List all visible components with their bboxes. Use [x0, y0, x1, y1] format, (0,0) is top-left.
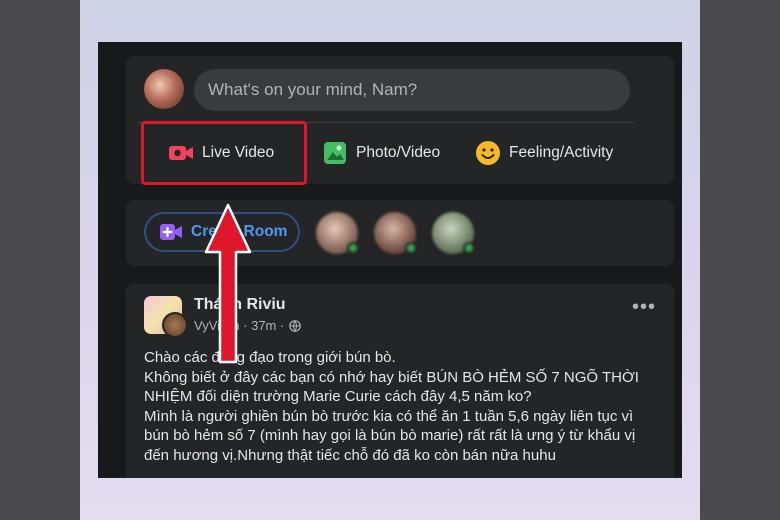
live-video-button[interactable]: Live Video — [168, 122, 274, 184]
friend-avatar-online[interactable] — [316, 212, 359, 254]
video-camera-plus-icon — [160, 224, 182, 240]
author-avatar[interactable] — [162, 312, 188, 338]
friend-avatar-online[interactable] — [432, 212, 475, 254]
photo-video-button[interactable]: Photo/Video — [322, 122, 440, 184]
feeling-activity-button[interactable]: Feeling/Activity — [475, 122, 613, 184]
photo-video-label: Photo/Video — [356, 144, 441, 161]
whats-on-your-mind-input[interactable]: What's on your mind, Nam? — [194, 69, 630, 111]
background-left-frame — [0, 0, 80, 520]
friend-avatar-online[interactable] — [374, 212, 417, 254]
feeling-activity-label: Feeling/Activity — [509, 144, 614, 161]
online-status-dot — [347, 242, 359, 254]
online-status-dot — [463, 242, 475, 254]
live-video-label: Live Video — [202, 144, 275, 161]
post-composer: What's on your mind, Nam? Live Video Pho… — [126, 56, 674, 184]
feed-post: Thánh Riviu VyVi Ph · 37m · ••• Chào các… — [126, 284, 674, 478]
facebook-feed-screen: What's on your mind, Nam? Live Video Pho… — [98, 42, 682, 478]
create-room-button[interactable]: Create Room — [144, 212, 300, 252]
live-video-icon — [169, 146, 193, 160]
more-options-icon[interactable]: ••• — [632, 297, 656, 317]
meta-separator: · — [239, 318, 252, 333]
post-body-text: Chào các đồng đạo trong giới bún bò. Khô… — [144, 349, 639, 464]
rooms-bar: Create Room — [126, 200, 674, 266]
globe-icon — [289, 319, 302, 332]
meta-separator: · — [276, 318, 285, 333]
post-author-name[interactable]: Thánh Riviu — [194, 296, 286, 314]
photo-video-icon — [324, 142, 346, 164]
create-room-label: Create Room — [191, 223, 288, 240]
post-time[interactable]: 37m — [251, 318, 276, 333]
online-status-dot — [405, 242, 417, 254]
user-avatar[interactable] — [144, 69, 184, 109]
post-sub-author[interactable]: VyVi Ph — [194, 318, 240, 333]
feeling-activity-icon — [476, 141, 500, 165]
background-right-frame — [700, 0, 780, 520]
post-meta: VyVi Ph · 37m · — [194, 318, 302, 333]
